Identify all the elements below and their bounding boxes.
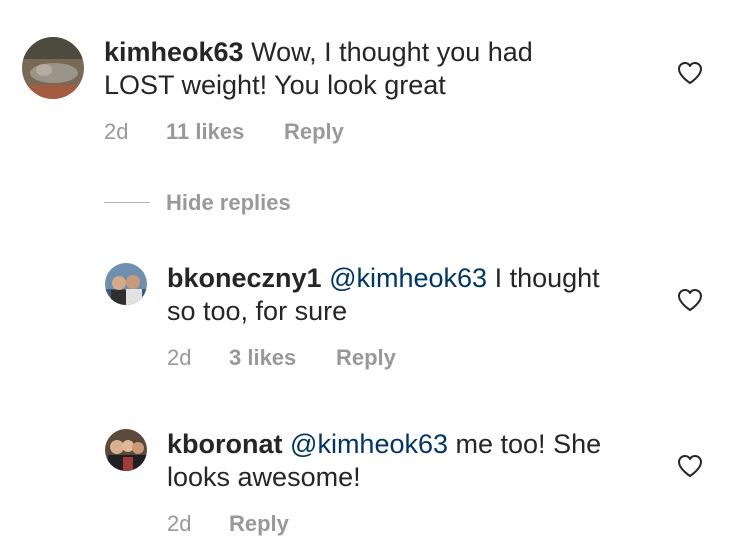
reply-likes[interactable]: 3 likes	[229, 345, 336, 371]
reply-text: kboronat @kimheok63 me too! She looks aw…	[167, 428, 667, 494]
reply-button[interactable]: Reply	[284, 119, 344, 145]
divider-line	[104, 202, 150, 204]
comment-text: kimheok63 Wow, I thought you had LOST we…	[104, 36, 664, 102]
avatar[interactable]	[105, 429, 147, 471]
reply-age: 2d	[167, 511, 192, 536]
hide-replies-toggle[interactable]: Hide replies	[104, 190, 291, 218]
reply-meta: 2d Reply	[167, 511, 289, 537]
hide-replies-label[interactable]: Hide replies	[166, 190, 291, 215]
comment-body: Wow, I thought you had	[251, 37, 533, 67]
reply-mention[interactable]: @kimheok63	[290, 429, 448, 459]
reply-button[interactable]: Reply	[229, 511, 289, 537]
heart-outline-icon[interactable]	[677, 454, 703, 478]
comment-age: 2d	[104, 119, 129, 144]
comment-likes[interactable]: 11 likes	[166, 119, 284, 145]
reply-mention[interactable]: @kimheok63	[329, 263, 487, 293]
reply-body: I thought	[487, 263, 600, 293]
reply-text: bkoneczny1 @kimheok63 I thought so too, …	[167, 262, 667, 328]
reply-meta: 2d 3 likes Reply	[167, 345, 396, 371]
avatar[interactable]	[22, 37, 84, 99]
reply-username[interactable]: kboronat	[167, 429, 283, 459]
comment-meta: 2d 11 likes Reply	[104, 119, 344, 145]
reply-body-line2: so too, for sure	[167, 296, 348, 326]
reply-body-line2: looks awesome!	[167, 462, 361, 492]
avatar[interactable]	[105, 263, 147, 305]
comment-body-line2: LOST weight! You look great	[104, 70, 446, 100]
reply-age: 2d	[167, 345, 192, 370]
reply-body: me too! She	[448, 429, 602, 459]
reply-button[interactable]: Reply	[336, 345, 396, 371]
heart-outline-icon[interactable]	[677, 288, 703, 312]
heart-outline-icon[interactable]	[677, 61, 703, 85]
reply-username[interactable]: bkoneczny1	[167, 263, 322, 293]
comment-username[interactable]: kimheok63	[104, 37, 244, 67]
